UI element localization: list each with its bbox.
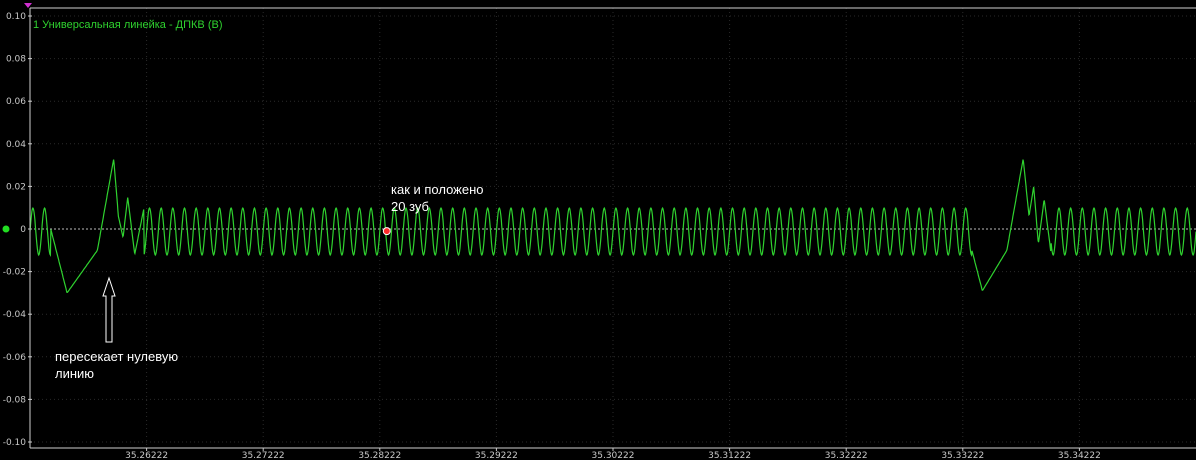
y-tick-label: 0.10 bbox=[6, 12, 26, 22]
arrow-pointer bbox=[102, 276, 116, 343]
annotation-teeth-count: как и положено 20 зуб bbox=[391, 182, 484, 214]
y-tick-label: -0.10 bbox=[3, 438, 27, 448]
x-tick-label: 35.26222 bbox=[125, 451, 168, 460]
y-tick-label: 0 bbox=[20, 225, 26, 235]
top-cursor-marker bbox=[24, 3, 32, 8]
x-tick-label: 35.34222 bbox=[1058, 451, 1101, 460]
oscilloscope-chart: 0.10 0.08 0.06 0.04 0.02 0 -0.02 -0.04 -0.06 -0.0… bbox=[2, 3, 1196, 460]
x-tick-label: 35.31222 bbox=[708, 451, 751, 460]
arrow-shape bbox=[102, 276, 116, 343]
cursor-point-marker bbox=[382, 227, 391, 236]
annotation-zero-crossing: пересекает нулевую линию bbox=[55, 349, 179, 381]
y-tick-label: 0.04 bbox=[6, 140, 26, 150]
x-tick-label: 35.28222 bbox=[358, 451, 401, 460]
y-tick-label: -0.02 bbox=[3, 268, 26, 278]
x-tick-labels: 35.26222 35.27222 35.28222 35.29222 35.30222… bbox=[125, 448, 1101, 460]
x-tick-label: 35.33222 bbox=[941, 451, 984, 460]
y-tick-label: -0.04 bbox=[3, 310, 27, 320]
x-tick-label: 35.30222 bbox=[592, 451, 635, 460]
y-tick-label: 0.02 bbox=[6, 182, 26, 192]
x-tick-label: 35.32222 bbox=[825, 451, 868, 460]
y-tick-label: 0.08 bbox=[6, 55, 26, 65]
markers bbox=[2, 3, 391, 236]
y-tick-label: 0.06 bbox=[6, 97, 26, 107]
x-tick-label: 35.27222 bbox=[242, 451, 285, 460]
y-tick-label: -0.06 bbox=[3, 353, 27, 363]
y-tick-label: -0.08 bbox=[3, 395, 27, 405]
chart-title: 1 Универсальная линейка - ДПКВ (В) bbox=[33, 19, 223, 31]
zero-level-marker bbox=[2, 225, 10, 233]
x-tick-label: 35.29222 bbox=[475, 451, 518, 460]
